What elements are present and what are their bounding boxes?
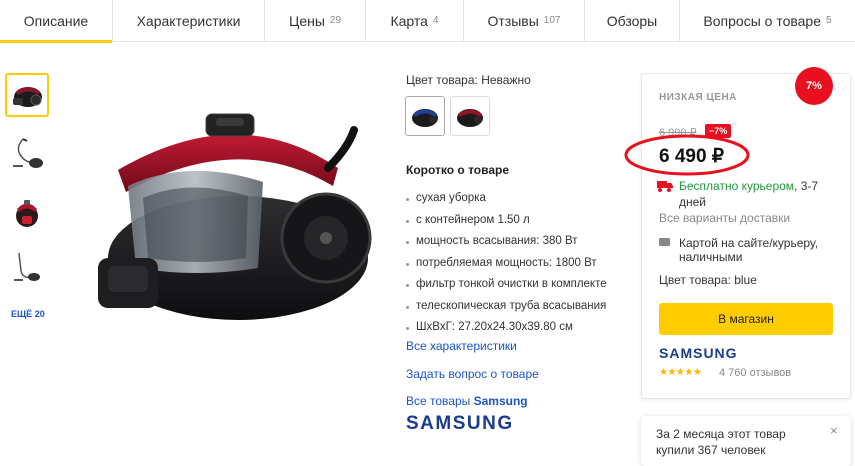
color-swatch-blue[interactable] [405, 96, 445, 136]
tab-label: Отзывы [487, 13, 539, 29]
tab-label: Карта [390, 13, 428, 29]
tab-prices[interactable]: Цены 29 [265, 0, 366, 42]
tab-label: Характеристики [136, 13, 241, 29]
offer-color: Цвет товара: blue [659, 273, 757, 287]
tab-overviews[interactable]: Обзоры [585, 0, 680, 42]
tab-reviews[interactable]: Отзывы 107 [464, 0, 585, 42]
go-to-shop-button[interactable]: В магазин [659, 303, 833, 335]
thumbnail-1[interactable] [5, 73, 49, 117]
spec-item: ШхВхГ: 27.20х24.30х39.80 см [406, 317, 607, 339]
price-highlight-circle [624, 134, 750, 176]
product-image[interactable] [88, 108, 378, 328]
tab-label: Вопросы о товаре [703, 13, 822, 29]
spec-item: фильтр тонкой очистки в комплекте [406, 274, 607, 296]
rating-stars: ★★★★★ [659, 367, 702, 378]
color-swatch-red[interactable] [450, 96, 490, 136]
brief-title: Коротко о товаре [406, 163, 510, 177]
all-goods-prefix: Все товары [406, 394, 471, 408]
tab-questions[interactable]: Вопросы о товаре 5 [680, 0, 855, 42]
delivery-info: Бесплатно курьером, 3-7 дней [679, 178, 829, 210]
vacuum-hose-thumbnail-icon [13, 138, 43, 168]
tab-label: Цены [288, 13, 325, 29]
color-selector-label: Цвет товара: Неважно [406, 73, 531, 87]
tab-count: 29 [329, 14, 342, 26]
spec-item: мощность всасывания: 380 Вт [406, 231, 607, 253]
tab-description[interactable]: Описание [0, 0, 113, 43]
vacuum-tube-thumbnail-icon [14, 252, 40, 281]
all-delivery-link[interactable]: Все варианты доставки [659, 211, 790, 225]
all-brand-goods-link[interactable]: Все товары Samsung [406, 394, 528, 408]
tab-label: Обзоры [606, 13, 658, 29]
truck-icon [657, 181, 673, 192]
spec-item: с контейнером 1.50 л [406, 210, 607, 232]
thumbnail-3[interactable] [5, 190, 49, 234]
card-icon [659, 238, 670, 246]
tab-specifications[interactable]: Характеристики [113, 0, 265, 42]
reviews-count-link[interactable]: 4 760 отзывов [719, 367, 791, 379]
free-delivery-text: Бесплатно курьером [679, 179, 795, 193]
tab-count: 4 [432, 14, 439, 26]
payment-info: Картой на сайте/курьеру, наличными [679, 236, 819, 264]
spec-item: сухая уборка [406, 188, 607, 210]
tab-label: Описание [23, 13, 89, 29]
vacuum-front-thumbnail-icon [16, 200, 38, 227]
all-specs-link[interactable]: Все характеристики [406, 339, 517, 353]
spec-item: потребляемая мощность: 1800 Вт [406, 253, 607, 275]
ask-question-link[interactable]: Задать вопрос о товаре [406, 367, 539, 381]
shop-samsung-logo[interactable]: SAMSUNG [659, 345, 738, 361]
thumbnail-2[interactable] [5, 132, 49, 176]
all-goods-brand: Samsung [473, 394, 528, 408]
samsung-logo[interactable]: SAMSUNG [406, 413, 514, 435]
red-vacuum-icon [457, 109, 483, 127]
close-icon[interactable]: × [830, 423, 838, 438]
more-photos-link[interactable]: ЕЩЁ 20 [11, 309, 45, 319]
product-tabs: Описание Характеристики Цены 29 Карта 4 … [0, 0, 855, 43]
spec-list: сухая уборка с контейнером 1.50 л мощнос… [406, 188, 607, 339]
tab-count: 107 [543, 14, 561, 26]
blue-vacuum-icon [412, 109, 438, 127]
tab-map[interactable]: Карта 4 [366, 0, 464, 42]
thumbnail-4[interactable] [5, 245, 49, 289]
spec-item: телескопическая труба всасывания [406, 296, 607, 318]
tab-count: 5 [826, 14, 832, 26]
low-price-label: НИЗКАЯ ЦЕНА [659, 92, 737, 103]
notification-text: За 2 месяца этот товар купили 367 челове… [656, 427, 786, 457]
discount-badge: 7% [795, 67, 833, 105]
vacuum-cleaner-illustration [98, 113, 372, 320]
vacuum-thumbnail-icon [13, 87, 42, 107]
